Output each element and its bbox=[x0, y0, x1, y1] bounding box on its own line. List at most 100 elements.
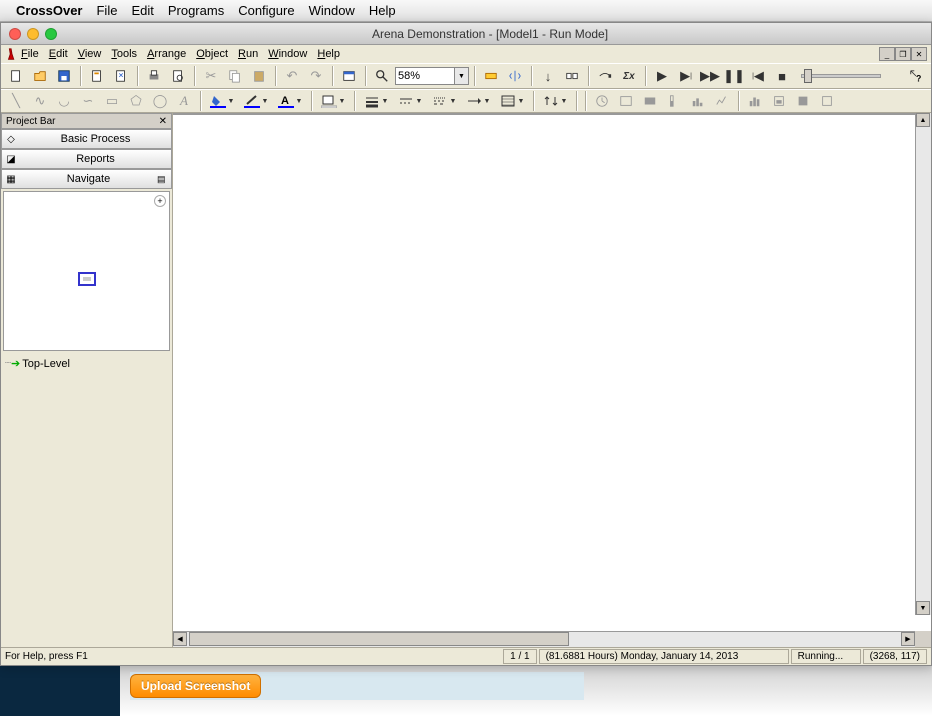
menu-tools[interactable]: Tools bbox=[111, 48, 137, 60]
menu-run[interactable]: Run bbox=[238, 48, 258, 60]
zoom-icon[interactable] bbox=[45, 28, 57, 40]
context-help-button[interactable]: ? bbox=[905, 65, 927, 87]
connect-button[interactable] bbox=[594, 65, 616, 87]
mac-menu-configure[interactable]: Configure bbox=[238, 3, 294, 18]
flip-button[interactable]: ▼ bbox=[539, 91, 571, 111]
section-basic-process[interactable]: ◇ Basic Process bbox=[1, 129, 172, 149]
line-style-button[interactable]: ▼ bbox=[394, 91, 426, 111]
fill-color-button[interactable]: ▼ bbox=[206, 91, 238, 111]
line-pattern-button[interactable]: ▼ bbox=[428, 91, 460, 111]
anim-entity-button[interactable] bbox=[744, 91, 766, 111]
attach-button[interactable] bbox=[110, 65, 132, 87]
plot-button[interactable] bbox=[711, 91, 733, 111]
scroll-right-icon[interactable]: ▶ bbox=[901, 632, 915, 646]
anim-resource-button[interactable] bbox=[768, 91, 790, 111]
mdi-restore-icon[interactable]: ❐ bbox=[895, 47, 911, 61]
expand-icon[interactable]: ▤ bbox=[157, 174, 171, 185]
start-over-button[interactable]: |◀ bbox=[747, 65, 769, 87]
menu-edit[interactable]: Edit bbox=[49, 48, 68, 60]
rect-tool[interactable]: ▭ bbox=[101, 91, 123, 111]
magnify-button[interactable] bbox=[371, 65, 393, 87]
bezier-tool[interactable]: ∽ bbox=[77, 91, 99, 111]
arrow-style-button[interactable]: ▼ bbox=[462, 91, 494, 111]
pause-button[interactable]: ❚❚ bbox=[723, 65, 745, 87]
navigator-zoom-icon[interactable]: + bbox=[154, 195, 166, 207]
mdi-close-icon[interactable]: ✕ bbox=[911, 47, 927, 61]
mac-menu-programs[interactable]: Programs bbox=[168, 3, 224, 18]
mac-menu-file[interactable]: File bbox=[96, 3, 117, 18]
line-color-button[interactable]: ▼ bbox=[240, 91, 272, 111]
stop-button[interactable]: ■ bbox=[771, 65, 793, 87]
mdi-minimize-icon[interactable]: _ bbox=[879, 47, 895, 61]
anim-queue-button[interactable] bbox=[792, 91, 814, 111]
print-button[interactable] bbox=[143, 65, 165, 87]
scroll-up-icon[interactable]: ▲ bbox=[916, 113, 930, 127]
scroll-thumb-icon[interactable] bbox=[189, 632, 569, 646]
zoom-combo[interactable]: ▼ bbox=[395, 67, 469, 85]
vertical-scrollbar[interactable]: ▲ ▼ bbox=[915, 113, 931, 615]
slider-thumb-icon[interactable] bbox=[804, 69, 812, 83]
scroll-left-icon[interactable]: ◀ bbox=[173, 632, 187, 646]
menu-arrange[interactable]: Arrange bbox=[147, 48, 186, 60]
zoom-dropdown-icon[interactable]: ▼ bbox=[455, 67, 469, 85]
new-button[interactable] bbox=[5, 65, 27, 87]
model-canvas[interactable]: Create 1 7 1 Record 1 7 1 bbox=[173, 113, 915, 115]
redo-button[interactable]: ↷ bbox=[305, 65, 327, 87]
variable-button[interactable] bbox=[639, 91, 661, 111]
text-color-button[interactable]: A▼ bbox=[274, 91, 306, 111]
navigator-viewport-icon[interactable] bbox=[78, 272, 96, 286]
save-button[interactable] bbox=[53, 65, 75, 87]
link-down-button[interactable]: ↓ bbox=[537, 65, 559, 87]
fast-forward-button[interactable]: ▶▶ bbox=[699, 65, 721, 87]
polygon-tool[interactable]: ⬠ bbox=[125, 91, 147, 111]
submodel-button[interactable] bbox=[561, 65, 583, 87]
clock-button[interactable] bbox=[591, 91, 613, 111]
cut-button[interactable]: ✂ bbox=[200, 65, 222, 87]
mac-app-name[interactable]: CrossOver bbox=[16, 3, 82, 18]
zoom-input[interactable] bbox=[395, 67, 455, 85]
menu-window[interactable]: Window bbox=[268, 48, 307, 60]
horizontal-scrollbar[interactable]: ◀ ▶ bbox=[173, 631, 915, 647]
region-button[interactable] bbox=[480, 65, 502, 87]
date-button[interactable] bbox=[615, 91, 637, 111]
level-button[interactable] bbox=[663, 91, 685, 111]
speed-slider[interactable] bbox=[801, 74, 881, 78]
tree-item-top-level[interactable]: ┈ ➔ Top-Level bbox=[5, 357, 168, 370]
section-navigate[interactable]: ▦ Navigate ▤ bbox=[1, 169, 172, 189]
step-button[interactable]: ▶| bbox=[675, 65, 697, 87]
hatch-button[interactable]: ▼ bbox=[496, 91, 528, 111]
layers-button[interactable] bbox=[338, 65, 360, 87]
mac-menu-edit[interactable]: Edit bbox=[131, 3, 153, 18]
upload-screenshot-button[interactable]: Upload Screenshot bbox=[130, 674, 261, 698]
menu-view[interactable]: View bbox=[78, 48, 102, 60]
histogram-button[interactable] bbox=[687, 91, 709, 111]
line-tool[interactable]: ╲ bbox=[5, 91, 27, 111]
section-reports[interactable]: ◪ Reports bbox=[1, 149, 172, 169]
paste-button[interactable] bbox=[248, 65, 270, 87]
close-icon[interactable] bbox=[9, 28, 21, 40]
arc-tool[interactable]: ◡ bbox=[53, 91, 75, 111]
titlebar[interactable]: Arena Demonstration - [Model1 - Run Mode… bbox=[1, 23, 931, 45]
mac-menu-help[interactable]: Help bbox=[369, 3, 396, 18]
minimize-icon[interactable] bbox=[27, 28, 39, 40]
expression-button[interactable]: Σx bbox=[618, 65, 640, 87]
line-weight-button[interactable]: ▼ bbox=[360, 91, 392, 111]
anim-global-button[interactable] bbox=[816, 91, 838, 111]
open-button[interactable] bbox=[29, 65, 51, 87]
template-button[interactable] bbox=[86, 65, 108, 87]
text-tool[interactable]: A bbox=[173, 91, 195, 111]
copy-button[interactable] bbox=[224, 65, 246, 87]
polyline-tool[interactable]: ∿ bbox=[29, 91, 51, 111]
menu-help[interactable]: Help bbox=[317, 48, 340, 60]
go-button[interactable]: ▶ bbox=[651, 65, 673, 87]
bg-color-button[interactable]: ▼ bbox=[317, 91, 349, 111]
mac-menu-window[interactable]: Window bbox=[309, 3, 355, 18]
scroll-down-icon[interactable]: ▼ bbox=[916, 601, 930, 615]
menu-object[interactable]: Object bbox=[196, 48, 228, 60]
ellipse-tool[interactable]: ◯ bbox=[149, 91, 171, 111]
split-button[interactable] bbox=[504, 65, 526, 87]
undo-button[interactable]: ↶ bbox=[281, 65, 303, 87]
project-bar-close-icon[interactable]: ✕ bbox=[159, 116, 167, 127]
print-preview-button[interactable] bbox=[167, 65, 189, 87]
menu-file[interactable]: File bbox=[21, 48, 39, 60]
